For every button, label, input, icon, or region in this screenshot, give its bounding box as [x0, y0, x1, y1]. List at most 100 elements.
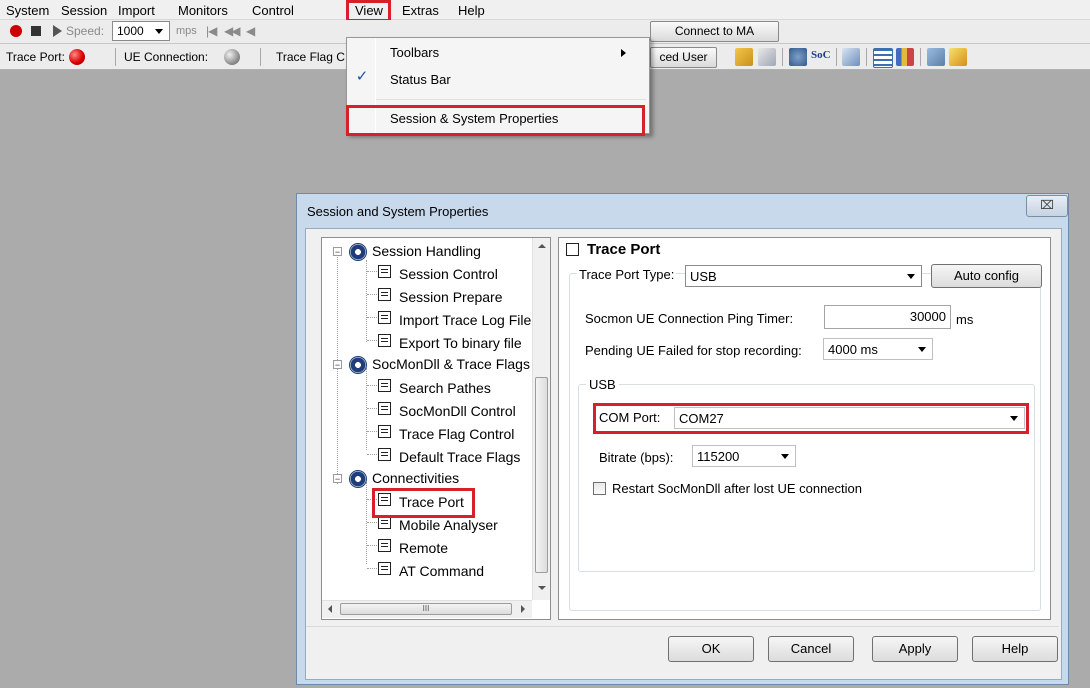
tree-line [367, 317, 377, 319]
tree-horizontal-scrollbar[interactable]: III [322, 600, 532, 618]
save-icon[interactable] [758, 48, 776, 66]
ok-button[interactable]: OK [668, 636, 754, 662]
menu-help[interactable]: Help [458, 3, 485, 18]
connect-to-ma-button[interactable]: Connect to MA [650, 21, 779, 42]
collapse-icon[interactable]: − [333, 474, 342, 484]
page-icon [378, 402, 391, 415]
cancel-button[interactable]: Cancel [768, 636, 854, 662]
ping-timer-unit: ms [956, 312, 974, 327]
page-icon [378, 288, 391, 301]
ue-connection-label: UE Connection: [124, 50, 209, 64]
rewind-icon[interactable]: ◀◀ [224, 24, 241, 38]
settings-tree[interactable]: − Session Handling Session Control Sessi… [321, 237, 551, 620]
dialog-client-area: − Session Handling Session Control Sessi… [305, 228, 1062, 680]
toolbar-separator [115, 48, 116, 66]
speed-value: 1000 [117, 24, 144, 38]
usb-group-label: USB [586, 377, 619, 392]
rewind-start-icon[interactable]: |◀ [206, 24, 217, 38]
tree-group-connectivities[interactable]: Connectivities [372, 470, 459, 486]
dialog-title: Session and System Properties [307, 204, 489, 219]
edit-icon[interactable] [949, 48, 967, 66]
page-icon [378, 425, 391, 438]
menu-extras[interactable]: Extras [402, 3, 439, 18]
step-back-icon[interactable]: ◀ [246, 24, 255, 38]
page-icon [378, 265, 391, 278]
trace-port-type-label: Trace Port Type: [577, 267, 677, 282]
play-icon[interactable] [53, 25, 62, 37]
properties-menu-highlight [346, 105, 645, 136]
bitrate-select[interactable]: 115200 [692, 445, 796, 467]
tree-item-remote[interactable]: Remote [399, 540, 448, 556]
scrollbar-thumb[interactable] [535, 377, 548, 573]
chart-icon[interactable] [896, 48, 914, 66]
scrollbar-thumb[interactable]: III [340, 603, 512, 615]
gear-icon [349, 470, 367, 488]
page-icon [378, 562, 391, 575]
tree-item-search-pathes[interactable]: Search Pathes [399, 380, 491, 396]
page-icon [566, 243, 579, 256]
tree-item-import-trace-log[interactable]: Import Trace Log File [399, 312, 531, 328]
menu-system[interactable]: System [6, 3, 49, 18]
trace-port-panel: Trace Port Trace Port Type: USB Auto con… [558, 237, 1051, 620]
restart-socmondll-checkbox[interactable] [593, 482, 606, 495]
ping-timer-input[interactable]: 30000 [824, 305, 951, 329]
submenu-arrow-icon [621, 49, 626, 57]
scroll-up-icon[interactable] [538, 244, 546, 248]
tree-line [367, 522, 377, 524]
table-icon[interactable] [873, 48, 893, 68]
scroll-right-icon[interactable] [521, 605, 525, 613]
collapse-icon[interactable]: − [333, 247, 342, 257]
chevron-down-icon [781, 454, 789, 459]
user-mode-button[interactable]: ced User [650, 47, 717, 68]
speed-combo[interactable]: 1000 [112, 21, 170, 41]
tree-item-export-binary[interactable]: Export To binary file [399, 335, 522, 351]
pending-label: Pending UE Failed for stop recording: [585, 343, 802, 358]
menu-control[interactable]: Control [252, 3, 294, 18]
tree-line [367, 545, 377, 547]
menu-monitors[interactable]: Monitors [178, 3, 228, 18]
apply-button[interactable]: Apply [872, 636, 958, 662]
page-icon [378, 311, 391, 324]
auto-config-button[interactable]: Auto config [931, 264, 1042, 288]
open-folder-icon[interactable] [735, 48, 753, 66]
menu-import[interactable]: Import [118, 3, 155, 18]
pending-select[interactable]: 4000 ms [823, 338, 933, 360]
tree-item-socmondll-control[interactable]: SocMonDll Control [399, 403, 516, 419]
tree-vertical-scrollbar[interactable] [532, 238, 550, 600]
tree-item-mobile-analyser[interactable]: Mobile Analyser [399, 517, 498, 533]
toolbar-separator [920, 48, 921, 66]
tree-item-session-prepare[interactable]: Session Prepare [399, 289, 503, 305]
scroll-left-icon[interactable] [328, 605, 332, 613]
import-icon[interactable] [927, 48, 945, 66]
gear-icon [349, 356, 367, 374]
stop-icon[interactable] [31, 26, 41, 36]
menu-item-label: Toolbars [390, 45, 440, 60]
menu-item-status-bar[interactable]: ✓ Status Bar [347, 68, 649, 91]
tree-group-socmondll[interactable]: SocMonDll & Trace Flags [372, 356, 530, 372]
settings-icon[interactable] [789, 48, 807, 66]
chevron-down-icon [907, 274, 915, 279]
record-icon[interactable] [10, 25, 22, 37]
restart-socmondll-label: Restart SocMonDll after lost UE connecti… [612, 481, 862, 496]
page-icon [378, 334, 391, 347]
close-button[interactable]: ⌧ [1026, 195, 1068, 217]
trace-port-label: Trace Port: [6, 50, 65, 64]
menu-item-toolbars[interactable]: Toolbars [347, 42, 649, 64]
pending-value: 4000 ms [828, 342, 878, 357]
tree-group-session-handling[interactable]: Session Handling [372, 243, 481, 259]
menu-session[interactable]: Session [61, 3, 107, 18]
soc-icon[interactable]: SoC [811, 49, 831, 61]
toolbar-separator [782, 48, 783, 66]
tree-item-default-trace-flags[interactable]: Default Trace Flags [399, 449, 520, 465]
tree-line [367, 294, 377, 296]
scroll-down-icon[interactable] [538, 586, 546, 590]
tree-item-trace-flag-control[interactable]: Trace Flag Control [399, 426, 514, 442]
toolbar-separator [260, 48, 261, 66]
trace-port-type-select[interactable]: USB [685, 265, 922, 287]
properties-icon[interactable] [842, 48, 860, 66]
tree-item-at-command[interactable]: AT Command [399, 563, 484, 579]
page-icon [378, 539, 391, 552]
tree-item-session-control[interactable]: Session Control [399, 266, 498, 282]
help-button[interactable]: Help [972, 636, 1058, 662]
collapse-icon[interactable]: − [333, 360, 342, 370]
